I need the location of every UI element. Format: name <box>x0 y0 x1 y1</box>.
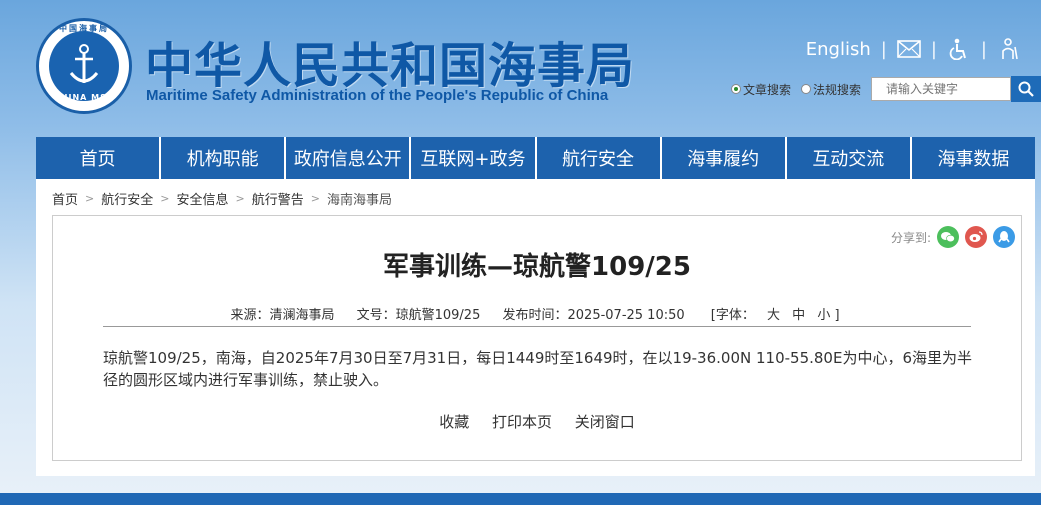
chevron-right-icon: > <box>160 192 170 205</box>
weibo-icon[interactable] <box>965 226 987 248</box>
breadcrumb-item[interactable]: 首页 <box>52 189 78 208</box>
meta-divider <box>103 326 971 327</box>
search-button[interactable] <box>1011 76 1041 102</box>
qq-icon[interactable] <box>993 226 1015 248</box>
share-label: 分享到: <box>890 230 931 245</box>
nav-functions[interactable]: 机构职能 <box>161 137 287 179</box>
font-medium-button[interactable]: 中 <box>792 308 805 323</box>
nav-data[interactable]: 海事数据 <box>912 137 1035 179</box>
site-title-en: Maritime Safety Administration of the Pe… <box>146 87 609 104</box>
article-box: 分享到: 军事训练—琼航警109/25 来源：清澜海事局 文号：琼航警109/2… <box>52 215 1022 461</box>
article-body: 琼航警109/25，南海，自2025年7月30日至7月31日，每日1449时至1… <box>103 349 972 389</box>
anchor-icon <box>69 44 99 83</box>
elderly-mode-icon[interactable] <box>997 38 1021 60</box>
search-area: 文章搜索 法规搜索 <box>730 76 1041 102</box>
chevron-right-icon: > <box>235 192 245 205</box>
font-small-button[interactable]: 小 ] <box>817 308 839 323</box>
chevron-right-icon: > <box>85 192 95 205</box>
logo-bottom-text: CHINA MSA <box>53 93 115 102</box>
search-option-articles-label: 文章搜索 <box>742 82 791 97</box>
nav-compliance[interactable]: 海事履约 <box>662 137 787 179</box>
font-size-label: [字体： <box>710 308 755 323</box>
search-input[interactable] <box>871 77 1011 101</box>
search-option-articles[interactable]: 文章搜索 <box>730 81 791 98</box>
search-icon <box>1018 81 1034 97</box>
english-link[interactable]: English <box>806 39 871 60</box>
nav-interaction[interactable]: 互动交流 <box>787 137 912 179</box>
top-links: English | | | <box>806 38 1021 60</box>
article-title: 军事训练—琼航警109/25 <box>383 252 691 282</box>
search-option-laws[interactable]: 法规搜索 <box>800 81 861 98</box>
article-source: 来源：清澜海事局 <box>230 308 335 323</box>
divider: | <box>980 38 987 60</box>
main-nav: 首页 机构职能 政府信息公开 互联网+政务 航行安全 海事履约 互动交流 海事数… <box>36 137 1035 179</box>
chevron-right-icon: > <box>310 192 320 205</box>
site-header: 中国海事局 CHINA MSA 中华人民共和国海事局 Maritime Safe… <box>0 0 1041 137</box>
font-large-button[interactable]: 大 <box>767 308 780 323</box>
print-button[interactable]: 打印本页 <box>492 413 552 431</box>
nav-home[interactable]: 首页 <box>36 137 162 179</box>
breadcrumb-item[interactable]: 航行警告 <box>252 189 304 208</box>
mail-icon[interactable] <box>897 38 921 60</box>
article-actions: 收藏 打印本页 关闭窗口 <box>53 411 1021 432</box>
breadcrumb-item[interactable]: 安全信息 <box>176 189 228 208</box>
font-size-controls: [字体： 大 中 小 ] <box>707 308 844 323</box>
accessibility-icon[interactable] <box>947 38 971 60</box>
radio-unselected[interactable] <box>800 84 811 94</box>
radio-selected[interactable] <box>730 84 741 94</box>
msa-logo[interactable]: 中国海事局 CHINA MSA <box>36 18 132 114</box>
search-option-laws-label: 法规搜索 <box>812 82 861 97</box>
share-bar: 分享到: <box>891 226 1015 248</box>
article-doc-no: 文号：琼航警109/25 <box>356 308 481 323</box>
nav-internet-gov[interactable]: 互联网+政务 <box>411 137 537 179</box>
logo-emblem <box>49 31 119 101</box>
close-window-button[interactable]: 关闭窗口 <box>575 413 635 431</box>
nav-gov-info[interactable]: 政府信息公开 <box>286 137 412 179</box>
favorite-button[interactable]: 收藏 <box>439 413 469 431</box>
site-title-cn[interactable]: 中华人民共和国海事局 <box>145 26 635 96</box>
content-area: 首页 > 航行安全 > 安全信息 > 航行警告 > 海南海事局 分享到: 军事训… <box>36 179 1035 476</box>
breadcrumb: 首页 > 航行安全 > 安全信息 > 航行警告 > 海南海事局 <box>52 189 392 208</box>
divider: | <box>880 38 887 60</box>
wechat-icon[interactable] <box>937 226 959 248</box>
breadcrumb-item[interactable]: 航行安全 <box>101 189 153 208</box>
article-publish-time: 发布时间：2025-07-25 10:50 <box>502 308 685 323</box>
divider: | <box>930 38 937 60</box>
breadcrumb-current[interactable]: 海南海事局 <box>327 189 392 208</box>
article-meta: 来源：清澜海事局 文号：琼航警109/25 发布时间：2025-07-25 10… <box>53 304 1021 323</box>
nav-navigation-safety[interactable]: 航行安全 <box>537 137 662 179</box>
footer-bar <box>0 493 1041 505</box>
